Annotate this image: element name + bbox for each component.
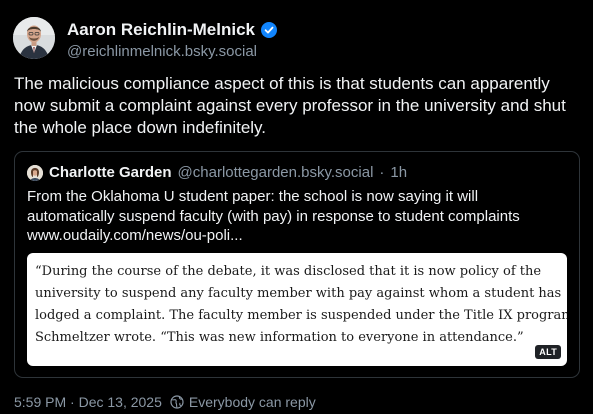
verified-check-icon bbox=[260, 22, 277, 38]
quoted-header-separator: · bbox=[379, 164, 385, 181]
quoted-image-text-line: university to suspend any faculty member… bbox=[35, 286, 562, 301]
author-avatar[interactable] bbox=[13, 17, 55, 59]
globe-icon bbox=[170, 395, 184, 409]
quoted-image-text: “During the course of the debate, it was… bbox=[35, 261, 567, 349]
post-text: The malicious compliance aspect of this … bbox=[14, 74, 566, 137]
quoted-author-handle[interactable]: @charlottegarden.bsky.social bbox=[178, 164, 374, 181]
author-info: Aaron Reichlin-Melnick @reichlinmelnick.… bbox=[67, 19, 277, 60]
quoted-post[interactable]: Charlotte Garden @charlottegarden.bsky.s… bbox=[14, 151, 580, 378]
author-display-name[interactable]: Aaron Reichlin-Melnick bbox=[67, 20, 255, 40]
post-footer: 5:59 PM · Dec 13, 2025 Everybody can rep… bbox=[14, 394, 316, 410]
quoted-post-image[interactable]: “During the course of the debate, it was… bbox=[27, 253, 567, 366]
post-timestamp[interactable]: 5:59 PM · Dec 13, 2025 bbox=[14, 394, 162, 410]
quoted-post-time[interactable]: 1h bbox=[390, 164, 407, 181]
quoted-image-text-line: “During the course of the debate, it was… bbox=[35, 264, 542, 279]
quoted-post-text: From the Oklahoma U student paper: the s… bbox=[27, 187, 572, 246]
reply-setting[interactable]: Everybody can reply bbox=[170, 394, 316, 410]
author-handle[interactable]: @reichlinmelnick.bsky.social bbox=[67, 43, 277, 60]
quoted-post-link[interactable]: www.oudaily.com/news/ou-poli... bbox=[27, 226, 572, 246]
author-name-row: Aaron Reichlin-Melnick bbox=[67, 19, 277, 41]
quoted-image-text-line: Schmeltzer wrote. “This was new informat… bbox=[35, 330, 524, 345]
quoted-post-header: Charlotte Garden @charlottegarden.bsky.s… bbox=[27, 164, 407, 181]
quoted-post-text-line: From the Oklahoma U student paper: the s… bbox=[27, 188, 479, 205]
quoted-author-display-name[interactable]: Charlotte Garden bbox=[49, 164, 172, 181]
post: Aaron Reichlin-Melnick @reichlinmelnick.… bbox=[0, 0, 593, 414]
quoted-author-avatar[interactable] bbox=[27, 164, 43, 181]
alt-text-badge[interactable]: ALT bbox=[535, 345, 561, 359]
quoted-image-text-line: lodged a complaint. The faculty member i… bbox=[35, 308, 567, 323]
author-avatar-image bbox=[13, 17, 55, 59]
reply-setting-label: Everybody can reply bbox=[188, 394, 316, 410]
quoted-post-text-line: automatically suspend faculty (with pay)… bbox=[27, 207, 520, 225]
